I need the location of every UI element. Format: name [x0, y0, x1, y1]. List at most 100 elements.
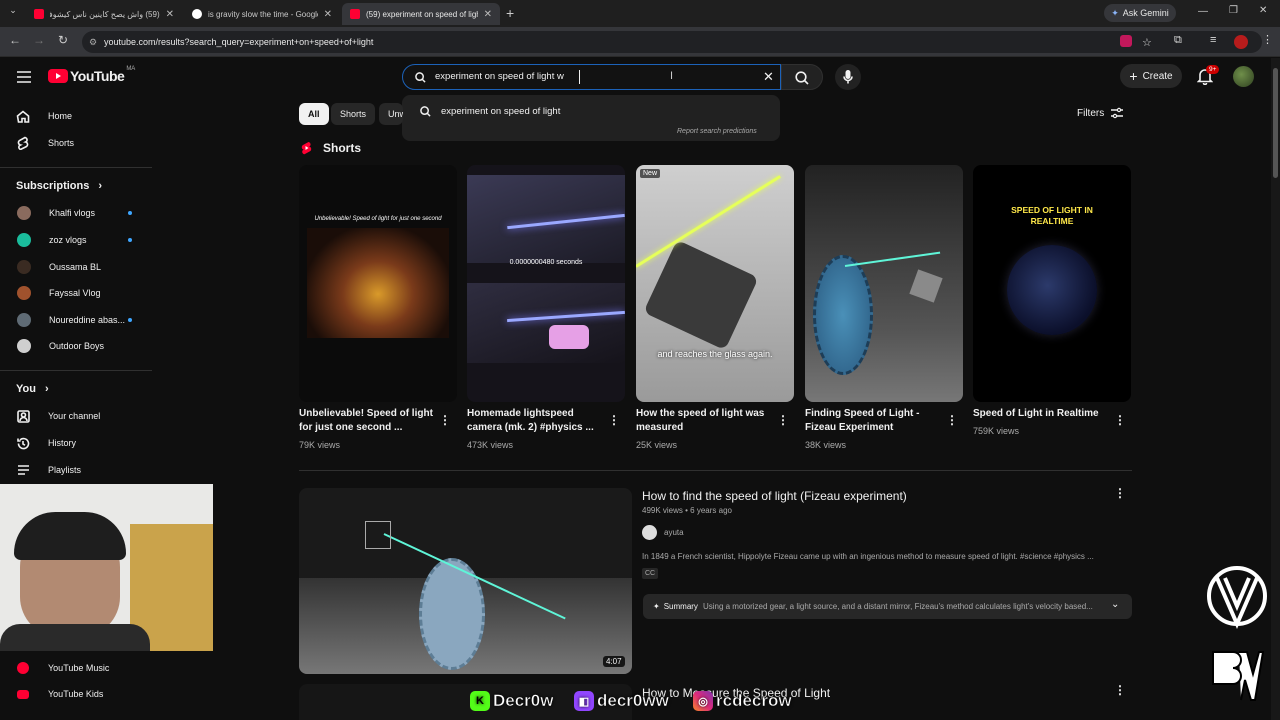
subscriptions-heading[interactable]: Subscriptions › — [16, 180, 102, 192]
short-thumbnail[interactable]: Unbelievable! Speed of light for just on… — [299, 165, 457, 402]
sidebar-item-home[interactable]: Home — [14, 106, 144, 126]
home-icon — [14, 109, 32, 123]
video-thumbnail[interactable]: 4:07 — [299, 488, 632, 674]
subscription-item[interactable]: Oussama BL — [14, 257, 144, 277]
sidebar-item-youtube-music[interactable]: YouTube Music — [14, 658, 144, 678]
scrollbar-thumb[interactable] — [1273, 68, 1278, 178]
browser-tab-3[interactable]: (59) experiment on speed of light ✕ — [342, 3, 500, 25]
sidebar-item-label: Home — [48, 111, 73, 121]
chevron-right-icon: › — [45, 383, 49, 395]
sidebar-item-your-channel[interactable]: Your channel — [14, 406, 144, 426]
forward-icon[interactable]: → — [30, 33, 48, 47]
channel-avatar — [642, 525, 657, 540]
short-views: 473K views — [467, 440, 514, 450]
site-info-icon[interactable]: ⚙ — [89, 37, 97, 48]
short-thumbnail[interactable]: 0.0000000480 seconds — [467, 165, 625, 402]
subscription-item[interactable]: Outdoor Boys — [14, 336, 144, 356]
search-icon — [795, 71, 809, 85]
extension-icon[interactable] — [1120, 35, 1132, 47]
close-window-icon[interactable]: ✕ — [1259, 5, 1267, 16]
twitch-handle-text: decr0ww — [597, 691, 669, 711]
history-icon — [14, 436, 32, 450]
short-thumbnail[interactable]: New and reaches the glass again. — [636, 165, 794, 402]
youtube-logo[interactable]: YouTube MA — [48, 66, 136, 84]
video-title[interactable]: How to find the speed of light (Fizeau e… — [642, 489, 907, 503]
voice-search-button[interactable] — [835, 64, 861, 90]
sidebar-item-youtube-kids[interactable]: YouTube Kids — [14, 684, 144, 704]
subscription-item[interactable]: zoz vlogs — [14, 230, 144, 250]
sidebar-item-playlists[interactable]: Playlists — [14, 460, 144, 480]
short-thumbnail[interactable]: SPEED OF LIGHT IN REALTIME — [973, 165, 1131, 402]
chip-shorts[interactable]: Shorts — [331, 103, 376, 125]
subscription-item[interactable]: Noureddine abas... — [14, 310, 144, 330]
more-options-icon[interactable]: ⋮ — [608, 413, 620, 427]
report-predictions-link[interactable]: Report search predictions — [677, 128, 757, 135]
more-options-icon[interactable]: ⋮ — [1114, 413, 1126, 427]
back-icon[interactable]: ← — [6, 33, 24, 47]
region-code: MA — [126, 66, 136, 72]
plus-icon: + — [1129, 68, 1138, 84]
notifications-button[interactable]: 9+ — [1196, 65, 1220, 90]
you-title: You — [16, 383, 36, 395]
channel-link[interactable]: ayuta — [642, 525, 684, 540]
subscription-item[interactable]: Fayssal Vlog — [14, 283, 144, 303]
short-views: 25K views — [636, 440, 678, 450]
short-title[interactable]: Unbelievable! Speed of light for just on… — [299, 407, 439, 435]
short-title[interactable]: Finding Speed of Light - Fizeau Experime… — [805, 407, 945, 435]
streamer-bw-logo-icon — [1212, 651, 1265, 701]
browser-tab-2[interactable]: is gravity slow the time - Google ✕ — [184, 3, 340, 25]
minimize-icon[interactable]: — — [1198, 6, 1208, 17]
reload-icon[interactable]: ↻ — [54, 33, 72, 47]
short-title[interactable]: How the speed of light was measured — [636, 407, 776, 435]
close-tab-icon[interactable]: ✕ — [166, 9, 174, 20]
create-label: Create — [1142, 70, 1173, 82]
clear-search-icon[interactable]: ✕ — [763, 69, 774, 85]
close-tab-icon[interactable]: ✕ — [324, 9, 332, 20]
profile-avatar-icon[interactable] — [1234, 35, 1248, 49]
new-tab-button[interactable]: + — [506, 5, 514, 21]
sidebar-item-history[interactable]: History — [14, 433, 144, 453]
search-input[interactable]: experiment on speed of light w Ι ✕ — [402, 64, 781, 90]
account-avatar[interactable] — [1233, 66, 1254, 87]
more-options-icon[interactable]: ⋮ — [1114, 486, 1126, 500]
kick-logo-icon: K — [470, 691, 490, 711]
gemini-sparkle-icon: ✦ — [1111, 7, 1119, 18]
sidebar-item-shorts[interactable]: Shorts — [14, 133, 144, 153]
maximize-icon[interactable]: ❐ — [1229, 5, 1238, 16]
bookmark-star-icon[interactable]: ☆ — [1142, 36, 1152, 49]
instagram-handle-text: rcdecrow — [716, 691, 792, 711]
create-button[interactable]: + Create — [1120, 64, 1182, 88]
sparkle-icon: ✦ — [653, 602, 660, 611]
close-tab-icon[interactable]: ✕ — [484, 9, 492, 20]
browser-menu-icon[interactable]: ⋮ — [1262, 33, 1273, 46]
suggestion-item[interactable]: experiment on speed of light — [402, 100, 780, 122]
you-heading[interactable]: You › — [16, 383, 49, 395]
expand-chevron-icon[interactable]: ⌄ — [1111, 599, 1119, 610]
more-options-icon[interactable]: ⋮ — [777, 413, 789, 427]
url-text: youtube.com/results?search_query=experim… — [104, 37, 374, 47]
filters-button[interactable]: Filters — [1077, 107, 1124, 119]
extensions-icon[interactable]: ⧉ — [1174, 34, 1182, 47]
short-title[interactable]: Homemade lightspeed camera (mk. 2) #phys… — [467, 407, 607, 435]
instagram-logo-icon: ◎ — [693, 691, 713, 711]
more-options-icon[interactable]: ⋮ — [946, 413, 958, 427]
tab-search-icon[interactable]: ⌄ — [4, 5, 22, 16]
sidebar-item-label: YouTube Kids — [48, 689, 104, 699]
hamburger-menu-icon[interactable] — [16, 70, 32, 84]
page-scrollbar[interactable] — [1271, 58, 1280, 720]
more-options-icon[interactable]: ⋮ — [1114, 683, 1126, 697]
search-button[interactable] — [781, 64, 823, 90]
chip-all[interactable]: All — [299, 103, 329, 125]
reading-list-icon[interactable]: ≡ — [1210, 34, 1216, 46]
short-thumbnail[interactable] — [805, 165, 963, 402]
sidebar-item-label: Your channel — [48, 411, 101, 421]
subscription-item[interactable]: Khalfi vlogs — [14, 203, 144, 223]
chip-unwatched[interactable]: Unw — [379, 103, 403, 125]
short-title[interactable]: Speed of Light in Realtime — [973, 407, 1113, 421]
ask-gemini-button[interactable]: ✦ Ask Gemini — [1104, 4, 1176, 22]
address-bar[interactable]: ⚙ youtube.com/results?search_query=exper… — [82, 31, 1262, 53]
more-options-icon[interactable]: ⋮ — [439, 413, 451, 427]
ai-summary-box[interactable]: ✦ Summary Using a motorized gear, a ligh… — [643, 594, 1132, 619]
browser-tab-1[interactable]: (59) واش يصح كاينين ناس كيشوفو ✕ — [26, 3, 182, 25]
ask-gemini-label: Ask Gemini — [1122, 8, 1169, 18]
